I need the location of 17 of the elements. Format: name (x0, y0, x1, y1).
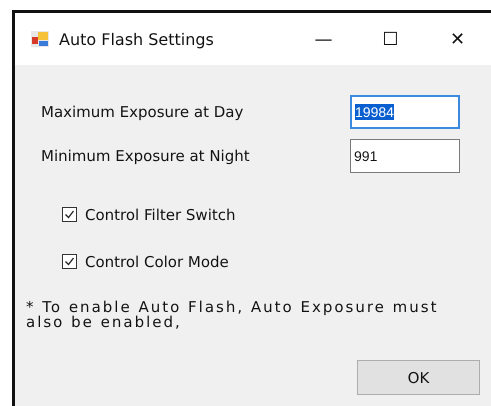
close-button[interactable]: ✕ (424, 19, 491, 59)
checkbox[interactable] (62, 207, 77, 222)
checkbox[interactable] (62, 254, 77, 269)
checkbox-label: Control Color Mode (85, 252, 229, 270)
field-label: Maximum Exposure at Day (40, 103, 244, 121)
window-title: Auto Flash Settings (59, 30, 214, 48)
input-field[interactable]: 19984 (350, 95, 460, 129)
checkmark-icon (64, 209, 75, 220)
note-text: * To enable Auto Flash, Auto Exposure must also be enabled, (26, 300, 440, 330)
checkbox-label: Control Filter Switch (85, 206, 236, 224)
minimize-button[interactable]: — (290, 19, 357, 59)
checkmark-icon (64, 256, 75, 267)
field-label: Minimum Exposure at Night (40, 147, 251, 165)
input-field[interactable]: 991 (350, 139, 460, 173)
app-icon (31, 31, 49, 47)
ok-button[interactable]: OK (357, 360, 480, 395)
maximize-button[interactable]: ☐ (357, 19, 424, 59)
